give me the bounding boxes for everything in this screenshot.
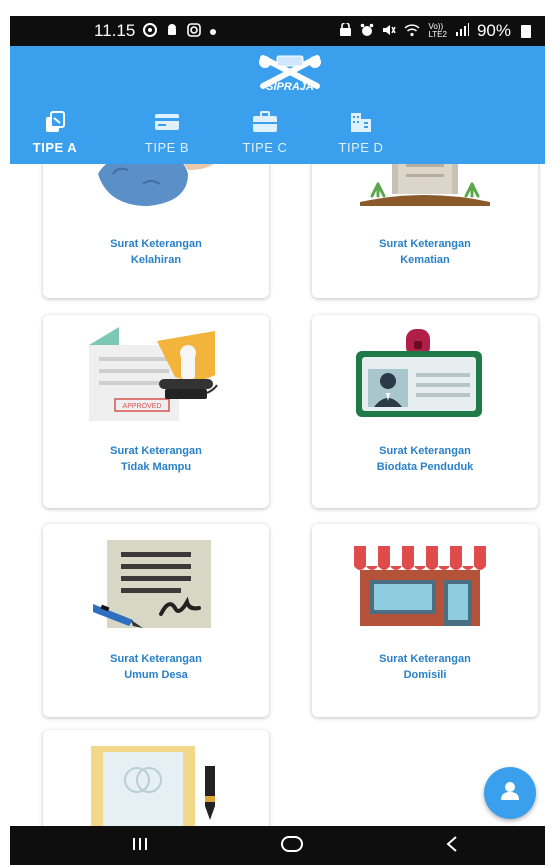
card-title-line2: Kelahiran [130, 254, 182, 266]
card-title: Surat Keterangan Biodata Penduduk [312, 443, 538, 475]
grave-icon [352, 164, 498, 208]
card-title-line2: Umum Desa [124, 669, 188, 681]
tab-label: TIPE A [32, 140, 78, 155]
back-button[interactable] [440, 834, 464, 858]
certificate-pen-icon [87, 746, 227, 826]
card-icon [154, 110, 180, 134]
battery-percent: 90% [476, 21, 511, 40]
wifi-icon [404, 23, 420, 40]
card-title: Surat Keterangan Kelahiran [43, 236, 269, 268]
tab-label: TIPE B [144, 140, 190, 155]
notification-dot-icon [209, 23, 217, 39]
card-surat-umum-desa[interactable]: Surat Keterangan Umum Desa [43, 524, 269, 717]
card-title: Surat Keterangan Kematian [312, 236, 538, 268]
status-bar: 11.15 Vo)) LTE2 90% [10, 16, 545, 46]
card-title-line2: Kematian [400, 254, 450, 266]
back-icon [445, 835, 459, 858]
logo-text: SIPRAJA [266, 81, 314, 93]
home-button[interactable] [278, 834, 306, 858]
tab-bar: TIPE A TIPE B TIPE C TIPE D [10, 104, 545, 164]
signal-icon [455, 23, 469, 39]
card-surat-partial[interactable] [43, 730, 269, 826]
tab-tipe-b[interactable]: TIPE B [122, 104, 212, 164]
android-icon [165, 23, 179, 40]
briefcase-icon [252, 110, 278, 134]
status-time: 11.15 [94, 21, 136, 40]
building-icon [349, 110, 373, 134]
instagram-icon [187, 22, 202, 40]
baby-icon [88, 164, 228, 212]
approved-stamp-icon: APPROVED [85, 327, 219, 421]
card-title: Surat Keterangan Domisili [312, 651, 538, 683]
card-surat-tidak-mampu[interactable]: APPROVED Surat Keterangan Tidak Mampu [43, 315, 269, 508]
card-surat-biodata-penduduk[interactable]: Surat Keterangan Biodata Penduduk [312, 315, 538, 508]
status-right: Vo)) LTE2 90% [339, 21, 531, 41]
location-icon [143, 22, 158, 40]
profile-fab-button[interactable] [484, 767, 536, 819]
stamp-text: APPROVED [123, 403, 162, 410]
card-title-line1: Surat Keterangan [379, 238, 471, 250]
mute-icon [382, 23, 397, 40]
card-title-line1: Surat Keterangan [110, 653, 202, 665]
lte-icon: Vo)) LTE2 [428, 22, 447, 39]
lock-icon [339, 21, 352, 40]
home-icon [280, 835, 304, 858]
recent-apps-icon [131, 836, 149, 857]
shop-icon [354, 542, 486, 626]
signed-document-icon [91, 536, 221, 632]
card-title-line1: Surat Keterangan [110, 238, 202, 250]
status-left: 11.15 [94, 21, 217, 41]
app-screen: 11.15 Vo)) LTE2 90% SIPRAJA TIPE A TIPE … [0, 0, 555, 865]
person-icon [498, 779, 522, 808]
letter-type-grid[interactable]: Surat Keterangan Kelahiran Surat Keteran… [10, 164, 545, 826]
tab-label: TIPE D [338, 140, 384, 155]
card-title: Surat Keterangan Umum Desa [43, 651, 269, 683]
battery-icon [521, 24, 531, 38]
tab-tipe-c[interactable]: TIPE C [220, 104, 310, 164]
app-header: SIPRAJA TIPE A TIPE B TIPE C TIPE D [10, 46, 545, 164]
tab-tipe-d[interactable]: TIPE D [316, 104, 406, 164]
card-surat-domisili[interactable]: Surat Keterangan Domisili [312, 524, 538, 717]
card-title-line2: Domisili [403, 669, 447, 681]
tab-tipe-a[interactable]: TIPE A [10, 104, 100, 164]
copy-icon [43, 110, 67, 134]
card-surat-kelahiran[interactable]: Surat Keterangan Kelahiran [43, 164, 269, 298]
card-title-line1: Surat Keterangan [379, 445, 471, 457]
alarm-icon [360, 23, 374, 40]
card-title-line2: Tidak Mampu [120, 461, 192, 473]
id-card-icon [354, 329, 484, 419]
tab-label: TIPE C [242, 140, 288, 155]
card-surat-kematian[interactable]: Surat Keterangan Kematian [312, 164, 538, 298]
card-title-line2: Biodata Penduduk [376, 461, 474, 473]
card-title-line1: Surat Keterangan [379, 653, 471, 665]
system-nav-bar [10, 826, 545, 865]
app-logo: SIPRAJA [255, 52, 325, 94]
card-title: Surat Keterangan Tidak Mampu [43, 443, 269, 475]
recent-apps-button[interactable] [128, 834, 152, 858]
card-title-line1: Surat Keterangan [110, 445, 202, 457]
